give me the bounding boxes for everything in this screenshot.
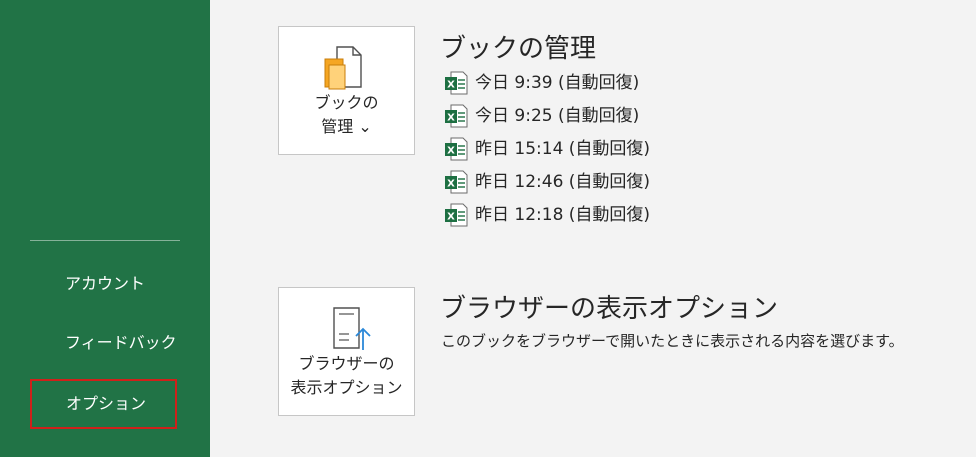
version-label: 昨日 12:18 (自動回復) [475,205,651,225]
svg-text:X: X [447,212,455,223]
version-label: 昨日 15:14 (自動回復) [475,139,651,159]
backstage-sidebar: アカウント フィードバック オプション [0,0,210,457]
sidebar-divider [30,240,180,241]
browser-view-label: ブラウザーの 表示オプション [290,354,403,397]
version-label: 今日 9:25 (自動回復) [475,106,640,126]
manage-workbook-title: ブックの管理 [440,34,597,64]
svg-text:X: X [447,80,455,91]
svg-text:X: X [447,179,455,190]
excel-file-icon: X [445,170,468,194]
browser-view-options-button[interactable]: ブラウザーの 表示オプション [278,287,415,416]
browser-view-description: このブックをブラウザーで開いたときに表示される内容を選びます。 [441,332,904,350]
manage-workbook-icon [279,43,414,91]
version-label: 昨日 12:46 (自動回復) [475,172,651,192]
excel-file-icon: X [445,137,468,161]
excel-file-icon: X [445,203,468,227]
sidebar-item-account[interactable]: アカウント [30,259,177,309]
svg-text:X: X [447,113,455,124]
version-label: 今日 9:39 (自動回復) [475,73,640,93]
excel-file-icon: X [445,71,468,95]
browser-view-title: ブラウザーの表示オプション [440,294,779,324]
sidebar-item-feedback[interactable]: フィードバック [30,318,177,368]
sidebar-item-options[interactable]: オプション [30,379,177,429]
manage-workbook-label: ブックの 管理 ⌄ [314,93,379,136]
manage-workbook-button[interactable]: ブックの 管理 ⌄ [278,26,415,155]
excel-file-icon: X [445,104,468,128]
svg-text:X: X [447,146,455,157]
browser-view-icon [279,304,414,352]
